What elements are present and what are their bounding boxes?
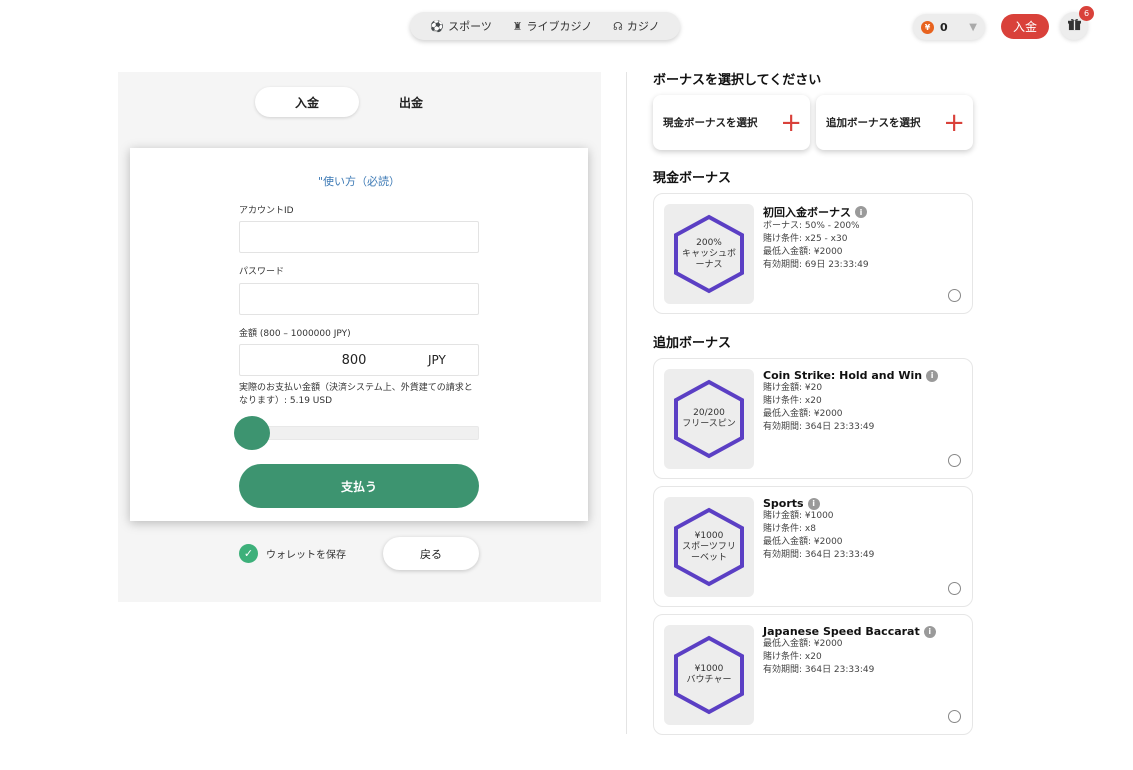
info-icon[interactable]: i [807, 497, 820, 510]
bonus-badge-text: 20/200 フリースピン [682, 408, 736, 429]
bonus-detail: ボーナス: 50% - 200% [763, 221, 860, 231]
info-icon[interactable]: i [926, 369, 939, 382]
password-input[interactable] [239, 283, 479, 315]
bonus-section-title: ボーナスを選択してください [653, 73, 822, 88]
bonus-radio[interactable] [948, 289, 961, 302]
checkmark-icon: ✓ [239, 544, 258, 563]
nav-casino[interactable]: ☊ カジノ [613, 18, 660, 34]
save-wallet-label: ウォレットを保存 [266, 550, 346, 561]
deposit-form: "使い方（必読） アカウントID パスワード 金額 (800 – 1000000… [130, 148, 588, 521]
bonus-detail: 賭け金額: ¥1000 [763, 511, 834, 521]
casino-icon: ☊ [613, 19, 623, 33]
bonus-card[interactable]: ¥1000 バウチャー Japanese Speed Baccarat i 最低入… [653, 614, 973, 735]
nav-live-casino-label: ライブカジノ [526, 20, 593, 33]
column-divider [626, 72, 627, 734]
amount-input[interactable]: 800 JPY [239, 344, 479, 376]
cash-bonus-title: 現金ボーナス [653, 171, 732, 186]
amount-value: 800 [341, 352, 367, 368]
plus-icon: + [943, 107, 965, 138]
gift-icon [1067, 18, 1081, 35]
amount-label: 金額 (800 – 1000000 JPY) [239, 329, 351, 339]
balance-value: 0 [940, 20, 948, 34]
payment-info: 実際のお支払い金額（決済システム上、外貨建ての請求となります）: 5.19 US… [239, 383, 473, 406]
info-icon[interactable]: i [923, 625, 936, 638]
select-extra-bonus-button[interactable]: 追加ボーナスを選択 + [816, 95, 973, 150]
live-casino-icon: ♜ [512, 19, 523, 33]
nav-live-casino[interactable]: ♜ ライブカジノ [513, 18, 593, 34]
bonus-badge-text: 200% キャッシュボ ーナス [681, 237, 736, 270]
bonus-name: Coin Strike: Hold and Win i [763, 369, 963, 382]
bonus-name: Sports i [763, 497, 963, 510]
bonus-radio[interactable] [948, 582, 961, 595]
account-id-label: アカウントID [239, 206, 294, 216]
bonus-detail: 賭け条件: x8 [763, 524, 816, 534]
bonus-card[interactable]: ¥1000 スポーツフリ ーベット Sports i 賭け金額: ¥1000 賭け… [653, 486, 973, 607]
coin-icon: ¥ [921, 20, 934, 34]
chevron-down-icon: ▼ [969, 21, 977, 33]
bonus-detail: 有効期間: 364日 23:33:49 [763, 422, 875, 432]
bonus-name: Japanese Speed Baccarat i [763, 625, 963, 638]
bonus-name: 初回入金ボーナス i [763, 204, 963, 220]
amount-slider-handle[interactable] [234, 416, 270, 450]
bonus-detail: 有効期間: 69日 23:33:49 [763, 260, 869, 270]
back-button[interactable]: 戻る [383, 537, 479, 570]
bonus-detail: 賭け条件: x20 [763, 652, 822, 662]
nav-casino-label: カジノ [626, 20, 660, 33]
bonus-badge: ¥1000 スポーツフリ ーベット [664, 497, 754, 597]
bonus-detail: 賭け金額: ¥20 [763, 383, 823, 393]
gift-count-badge: 6 [1079, 6, 1094, 21]
nav-sports-label: スポーツ [448, 20, 492, 33]
bonus-badge-text: ¥1000 バウチャー [686, 664, 732, 685]
extra-bonus-title: 追加ボーナス [653, 336, 732, 351]
amount-currency: JPY [428, 353, 446, 367]
bonus-badge: 20/200 フリースピン [664, 369, 754, 469]
select-cash-bonus-label: 現金ボーナスを選択 [663, 117, 758, 129]
amount-slider-track[interactable] [239, 426, 479, 440]
bonus-detail: 賭け条件: x25 - x30 [763, 234, 848, 244]
payment-tabs: 入金 出金 [255, 87, 465, 117]
account-id-input[interactable] [239, 221, 479, 253]
bonus-radio[interactable] [948, 454, 961, 467]
bonus-detail: 有効期間: 364日 23:33:49 [763, 550, 875, 560]
password-label: パスワード [239, 267, 285, 277]
bonus-badge: ¥1000 バウチャー [664, 625, 754, 725]
select-extra-bonus-label: 追加ボーナスを選択 [826, 117, 921, 129]
nav-sports[interactable]: ⚽ スポーツ [430, 18, 491, 34]
bonus-detail: 賭け条件: x20 [763, 396, 822, 406]
bonus-detail: 最低入金額: ¥2000 [763, 639, 843, 649]
info-icon[interactable]: i [855, 206, 867, 218]
bonus-detail: 最低入金額: ¥2000 [763, 409, 843, 419]
pay-button[interactable]: 支払う [239, 464, 479, 508]
select-cash-bonus-button[interactable]: 現金ボーナスを選択 + [653, 95, 810, 150]
soccer-ball-icon: ⚽ [430, 19, 445, 33]
bonus-card[interactable]: 200% キャッシュボ ーナス 初回入金ボーナス i ボーナス: 50% - 20… [653, 193, 973, 314]
tab-withdraw[interactable]: 出金 [359, 87, 463, 117]
header-deposit-button[interactable]: 入金 [1001, 14, 1049, 39]
payment-panel: 入金 出金 "使い方（必読） アカウントID パスワード 金額 (800 – 1… [118, 72, 601, 602]
bonus-badge: 200% キャッシュボ ーナス [664, 204, 754, 304]
bonus-radio[interactable] [948, 710, 961, 723]
bonus-detail: 最低入金額: ¥2000 [763, 537, 843, 547]
tab-deposit[interactable]: 入金 [255, 87, 359, 117]
save-wallet-toggle[interactable]: ✓ ウォレットを保存 [239, 544, 346, 563]
howto-link[interactable]: "使い方（必読） [130, 173, 588, 189]
bonus-detail: 有効期間: 364日 23:33:49 [763, 665, 875, 675]
top-nav: ⚽ スポーツ ♜ ライブカジノ ☊ カジノ [410, 12, 680, 40]
plus-icon: + [780, 107, 802, 138]
bonus-badge-text: ¥1000 スポーツフリ ーベット [682, 530, 736, 563]
gift-button[interactable]: 6 [1060, 6, 1094, 40]
balance-dropdown[interactable]: ¥ 0 ▼ [913, 14, 985, 40]
bonus-card[interactable]: 20/200 フリースピン Coin Strike: Hold and Win i… [653, 358, 973, 479]
bonus-detail: 最低入金額: ¥2000 [763, 247, 843, 257]
